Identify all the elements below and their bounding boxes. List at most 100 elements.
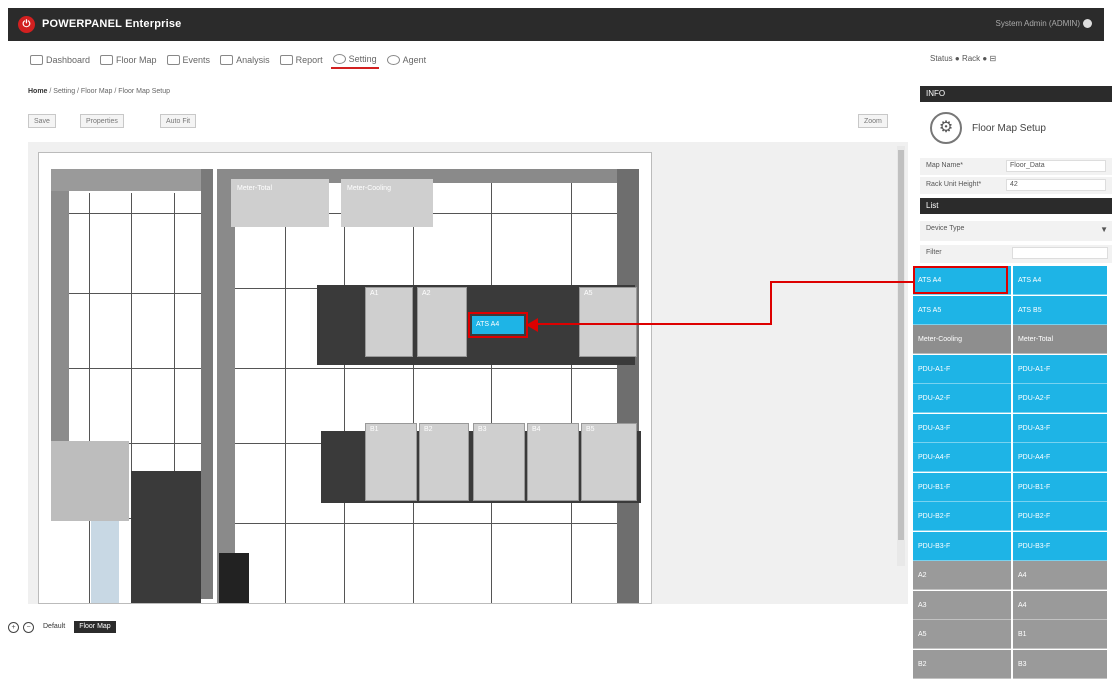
device-list-item[interactable]: PDU-B3-F — [913, 531, 1011, 561]
nav-floor-map[interactable]: Floor Map — [98, 52, 159, 68]
device-list-item[interactable]: PDU-A2-F — [1013, 384, 1107, 413]
chevron-down-icon[interactable]: ▼ — [1100, 225, 1108, 234]
map-name-row: Map Name* Floor_Data — [920, 157, 1112, 175]
grid-line — [235, 523, 617, 524]
gear-icon — [332, 54, 346, 64]
tab-floor-map[interactable]: Floor Map — [74, 621, 116, 633]
grid-line — [235, 368, 617, 369]
rack-height-input[interactable]: 42 — [1006, 179, 1106, 191]
nav-setting[interactable]: Setting — [330, 51, 379, 69]
meter-cooling-tile[interactable]: Meter-Cooling — [341, 179, 433, 227]
field-label: Rack Unit Height* — [926, 181, 982, 188]
breadcrumb: Home / Setting / Floor Map / Floor Map S… — [28, 88, 171, 95]
rack-tile[interactable]: A1 — [365, 287, 413, 357]
device-list-item[interactable]: PDU-B2-F — [1013, 502, 1107, 531]
app-title: POWERPANEL Enterprise — [42, 18, 182, 30]
rack-height-row: Rack Unit Height* 42 — [920, 176, 1112, 194]
device-list-item[interactable]: PDU-B2-F — [913, 502, 1011, 531]
wall — [201, 169, 213, 599]
device-list-item[interactable]: PDU-B1-F — [1013, 472, 1107, 502]
rack-tile[interactable]: B3 — [473, 423, 525, 501]
zoom-button[interactable]: Zoom — [858, 114, 888, 128]
rack-tile[interactable]: B5 — [581, 423, 637, 501]
device-list-item[interactable]: A4 — [1013, 590, 1107, 620]
zoom-in-icon[interactable]: + — [8, 621, 19, 633]
device-list-item[interactable]: PDU-B1-F — [913, 472, 1011, 502]
device-list-item[interactable]: Meter-Cooling — [913, 325, 1011, 354]
analysis-icon — [220, 55, 234, 65]
device-list-item[interactable]: B3 — [1013, 649, 1107, 679]
device-list-item[interactable]: ATS A4 — [1013, 266, 1107, 295]
report-icon — [279, 55, 293, 65]
grid-line — [69, 293, 201, 294]
rack-tile[interactable]: B2 — [419, 423, 469, 501]
user-icon — [1083, 19, 1092, 29]
rack-tile[interactable]: B4 — [527, 423, 579, 501]
nav-events[interactable]: Events — [165, 52, 213, 68]
grid-line — [413, 183, 414, 603]
device-list-item[interactable]: PDU-A1-F — [1013, 354, 1107, 384]
breadcrumb-home[interactable]: Home — [28, 88, 47, 95]
meter-total-tile[interactable]: Meter-Total — [231, 179, 329, 227]
nav-label: Agent — [402, 55, 427, 65]
nav-label: Dashboard — [46, 55, 91, 65]
nav-agent[interactable]: Agent — [385, 52, 429, 68]
floor-map-canvas[interactable]: Meter-Total Meter-Cooling A1 A2 A5 B1 B2… — [38, 152, 652, 604]
auto-fit-button[interactable]: Auto Fit — [160, 114, 197, 128]
nav-label: Floor Map — [116, 55, 157, 65]
device-list-item[interactable]: A5 — [913, 620, 1011, 649]
device-list-item[interactable]: PDU-A3-F — [913, 413, 1011, 443]
properties-button[interactable]: Properties — [80, 114, 124, 128]
device-list-item[interactable]: B2 — [913, 649, 1011, 679]
nav-dashboard[interactable]: Dashboard — [28, 52, 92, 68]
device-list-item[interactable]: PDU-B3-F — [1013, 531, 1107, 561]
device-list-item[interactable]: PDU-A3-F — [1013, 413, 1107, 443]
tab-default[interactable]: Default — [38, 621, 70, 633]
gear-icon: ⚙ — [930, 112, 962, 144]
nav-analysis[interactable]: Analysis — [218, 52, 272, 68]
field-label: Device Type — [926, 225, 965, 232]
wall — [217, 169, 235, 603]
rack-tile[interactable]: B1 — [365, 423, 417, 501]
panel-title: Floor Map Setup — [972, 123, 1046, 134]
app-header: ⏻ POWERPANEL Enterprise System Admin (AD… — [8, 8, 1104, 41]
device-list-item[interactable]: PDU-A1-F — [913, 354, 1011, 384]
device-list-item[interactable]: A4 — [1013, 561, 1107, 590]
device-list-item[interactable]: PDU-A4-F — [913, 443, 1011, 472]
rack-tile[interactable]: A2 — [417, 287, 467, 357]
device-list-item[interactable]: PDU-A4-F — [1013, 443, 1107, 472]
map-name-input[interactable]: Floor_Data — [1006, 160, 1106, 172]
user-menu[interactable]: System Admin (ADMIN) — [996, 19, 1092, 29]
device-list-item[interactable]: A2 — [913, 561, 1011, 590]
wall — [617, 169, 639, 603]
device-type-select[interactable] — [1006, 223, 1106, 235]
device-list-item[interactable]: PDU-A2-F — [913, 384, 1011, 413]
bottom-bar: + − Default Floor Map — [8, 620, 116, 634]
nav-report[interactable]: Report — [278, 52, 325, 68]
arrow-left-icon — [526, 318, 538, 332]
grid-line — [69, 213, 201, 214]
power-logo-icon: ⏻ — [18, 16, 35, 33]
map-scrollbar-thumb[interactable] — [898, 150, 904, 540]
grid-line — [571, 183, 572, 603]
zoom-out-icon[interactable]: − — [23, 621, 34, 633]
grid-line — [285, 183, 286, 603]
device-list-item[interactable]: ATS A5 — [913, 295, 1011, 325]
save-button[interactable]: Save — [28, 114, 56, 128]
dashboard-icon — [30, 55, 43, 65]
placed-device-highlight — [468, 312, 528, 338]
filter-input[interactable] — [1012, 247, 1108, 259]
nav-label: Report — [295, 55, 323, 65]
nav-label: Events — [182, 55, 211, 65]
rack-tile[interactable]: A5 — [579, 287, 637, 357]
agent-icon — [386, 55, 400, 65]
grid-line — [89, 193, 90, 603]
grid-line — [491, 183, 492, 603]
device-list-item[interactable]: B1 — [1013, 620, 1107, 649]
device-list-item[interactable]: ATS B5 — [1013, 295, 1107, 325]
filter-row: Filter — [920, 244, 1112, 263]
device-list-item[interactable]: A3 — [913, 590, 1011, 620]
device-list-item[interactable]: Meter-Total — [1013, 325, 1107, 354]
grid-line — [344, 183, 345, 603]
selected-device-highlight — [913, 266, 1008, 294]
